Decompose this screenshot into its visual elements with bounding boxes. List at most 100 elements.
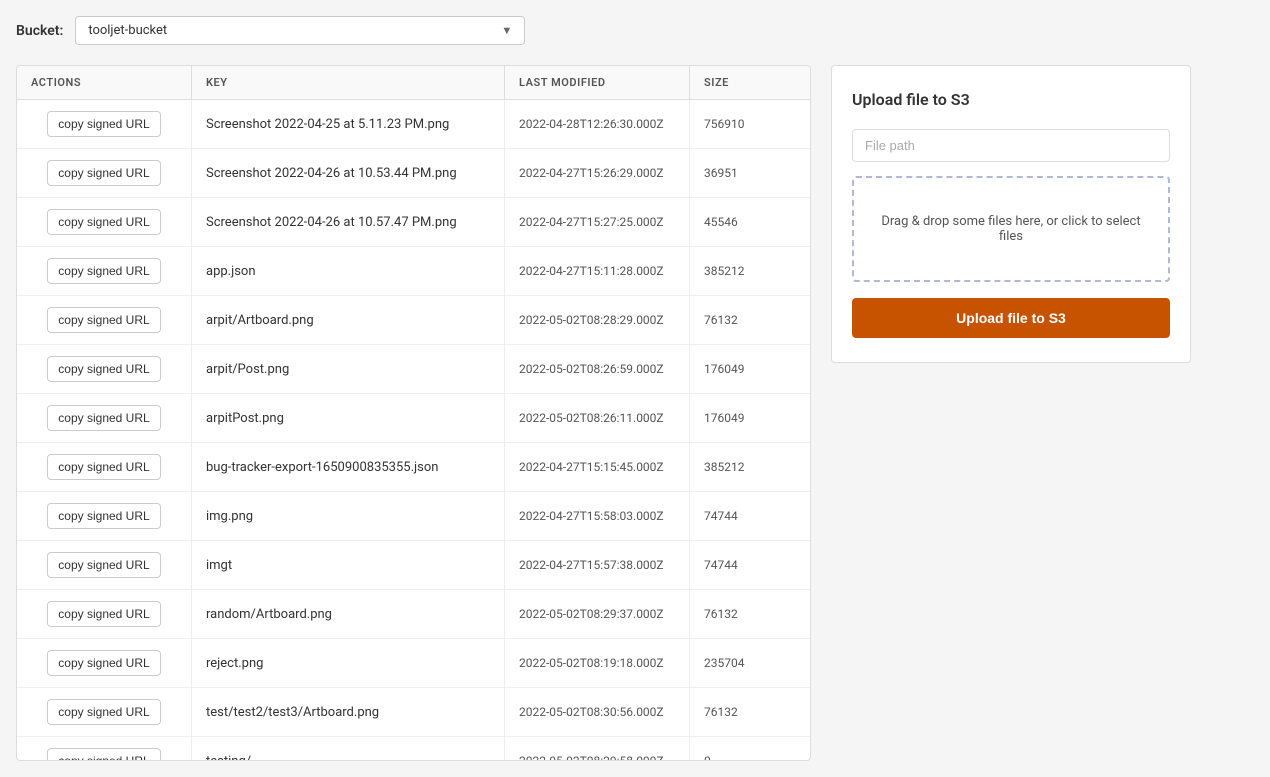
col-header-key: KEY bbox=[192, 66, 505, 99]
table-header: ACTIONS KEY LAST MODIFIED SIZE bbox=[17, 66, 810, 100]
cell-actions-11: copy signed URL bbox=[17, 639, 192, 687]
cell-actions-13: copy signed URL bbox=[17, 737, 192, 760]
cell-modified-5: 2022-05-02T08:26:59.000Z bbox=[505, 345, 690, 393]
cell-modified-12: 2022-05-02T08:30:56.000Z bbox=[505, 688, 690, 736]
table-row: copy signed URL Screenshot 2022-04-25 at… bbox=[17, 100, 810, 149]
cell-size-8: 74744 bbox=[690, 492, 810, 540]
cell-actions-2: copy signed URL bbox=[17, 198, 192, 246]
table-row: copy signed URL testing/ 2022-05-02T08:2… bbox=[17, 737, 810, 760]
cell-actions-5: copy signed URL bbox=[17, 345, 192, 393]
cell-modified-13: 2022-05-02T08:29:58.000Z bbox=[505, 737, 690, 760]
copy-signed-url-button[interactable]: copy signed URL bbox=[47, 748, 160, 760]
table-row: copy signed URL arpit/Artboard.png 2022-… bbox=[17, 296, 810, 345]
cell-key-10: random/Artboard.png bbox=[192, 590, 505, 638]
table-row: copy signed URL test/test2/test3/Artboar… bbox=[17, 688, 810, 737]
copy-signed-url-button[interactable]: copy signed URL bbox=[47, 699, 160, 725]
cell-key-7: bug-tracker-export-1650900835355.json bbox=[192, 443, 505, 491]
cell-modified-9: 2022-04-27T15:57:38.000Z bbox=[505, 541, 690, 589]
cell-modified-11: 2022-05-02T08:19:18.000Z bbox=[505, 639, 690, 687]
table-row: copy signed URL arpit/Post.png 2022-05-0… bbox=[17, 345, 810, 394]
table-row: copy signed URL reject.png 2022-05-02T08… bbox=[17, 639, 810, 688]
cell-size-11: 235704 bbox=[690, 639, 810, 687]
cell-key-3: app.json bbox=[192, 247, 505, 295]
copy-signed-url-button[interactable]: copy signed URL bbox=[47, 356, 160, 382]
cell-modified-4: 2022-05-02T08:28:29.000Z bbox=[505, 296, 690, 344]
copy-signed-url-button[interactable]: copy signed URL bbox=[47, 209, 160, 235]
bucket-label: Bucket: bbox=[16, 23, 63, 39]
table-row: copy signed URL img.png 2022-04-27T15:58… bbox=[17, 492, 810, 541]
table-row: copy signed URL app.json 2022-04-27T15:1… bbox=[17, 247, 810, 296]
cell-size-12: 76132 bbox=[690, 688, 810, 736]
table-row: copy signed URL bug-tracker-export-16509… bbox=[17, 443, 810, 492]
cell-key-13: testing/ bbox=[192, 737, 505, 760]
copy-signed-url-button[interactable]: copy signed URL bbox=[47, 307, 160, 333]
dropzone-text: Drag & drop some files here, or click to… bbox=[881, 214, 1140, 244]
table-row: copy signed URL imgt 2022-04-27T15:57:38… bbox=[17, 541, 810, 590]
cell-actions-10: copy signed URL bbox=[17, 590, 192, 638]
copy-signed-url-button[interactable]: copy signed URL bbox=[47, 258, 160, 284]
cell-key-8: img.png bbox=[192, 492, 505, 540]
bucket-row: Bucket: tooljet-bucket ▼ bbox=[16, 16, 1254, 45]
cell-size-13: 0 bbox=[690, 737, 810, 760]
col-header-size: SIZE bbox=[690, 66, 810, 99]
cell-actions-4: copy signed URL bbox=[17, 296, 192, 344]
copy-signed-url-button[interactable]: copy signed URL bbox=[47, 160, 160, 186]
cell-size-4: 76132 bbox=[690, 296, 810, 344]
cell-modified-2: 2022-04-27T15:27:25.000Z bbox=[505, 198, 690, 246]
cell-actions-9: copy signed URL bbox=[17, 541, 192, 589]
main-content: ACTIONS KEY LAST MODIFIED SIZE copy sign… bbox=[16, 65, 1254, 761]
file-dropzone[interactable]: Drag & drop some files here, or click to… bbox=[852, 176, 1170, 282]
upload-panel: Upload file to S3 Drag & drop some files… bbox=[831, 65, 1191, 363]
col-header-last-modified: LAST MODIFIED bbox=[505, 66, 690, 99]
cell-size-5: 176049 bbox=[690, 345, 810, 393]
cell-size-2: 45546 bbox=[690, 198, 810, 246]
cell-actions-12: copy signed URL bbox=[17, 688, 192, 736]
table-row: copy signed URL Screenshot 2022-04-26 at… bbox=[17, 198, 810, 247]
cell-key-2: Screenshot 2022-04-26 at 10.57.47 PM.png bbox=[192, 198, 505, 246]
table-row: copy signed URL random/Artboard.png 2022… bbox=[17, 590, 810, 639]
cell-key-4: arpit/Artboard.png bbox=[192, 296, 505, 344]
table-body: copy signed URL Screenshot 2022-04-25 at… bbox=[17, 100, 810, 760]
cell-size-7: 385212 bbox=[690, 443, 810, 491]
cell-size-6: 176049 bbox=[690, 394, 810, 442]
cell-modified-0: 2022-04-28T12:26:30.000Z bbox=[505, 100, 690, 148]
page-container: Bucket: tooljet-bucket ▼ ACTIONS KEY LAS… bbox=[0, 0, 1270, 777]
copy-signed-url-button[interactable]: copy signed URL bbox=[47, 552, 160, 578]
cell-actions-6: copy signed URL bbox=[17, 394, 192, 442]
copy-signed-url-button[interactable]: copy signed URL bbox=[47, 111, 160, 137]
cell-key-6: arpitPost.png bbox=[192, 394, 505, 442]
cell-size-0: 756910 bbox=[690, 100, 810, 148]
cell-key-9: imgt bbox=[192, 541, 505, 589]
col-header-actions: ACTIONS bbox=[17, 66, 192, 99]
table-row: copy signed URL Screenshot 2022-04-26 at… bbox=[17, 149, 810, 198]
cell-actions-1: copy signed URL bbox=[17, 149, 192, 197]
bucket-select[interactable]: tooljet-bucket ▼ bbox=[75, 16, 525, 45]
cell-actions-3: copy signed URL bbox=[17, 247, 192, 295]
upload-button[interactable]: Upload file to S3 bbox=[852, 298, 1170, 338]
cell-size-3: 385212 bbox=[690, 247, 810, 295]
cell-key-11: reject.png bbox=[192, 639, 505, 687]
cell-modified-7: 2022-04-27T15:15:45.000Z bbox=[505, 443, 690, 491]
cell-actions-7: copy signed URL bbox=[17, 443, 192, 491]
cell-actions-8: copy signed URL bbox=[17, 492, 192, 540]
file-path-input[interactable] bbox=[852, 129, 1170, 162]
cell-modified-8: 2022-04-27T15:58:03.000Z bbox=[505, 492, 690, 540]
bucket-select-value: tooljet-bucket bbox=[88, 23, 167, 38]
files-table: ACTIONS KEY LAST MODIFIED SIZE copy sign… bbox=[16, 65, 811, 761]
cell-actions-0: copy signed URL bbox=[17, 100, 192, 148]
cell-modified-10: 2022-05-02T08:29:37.000Z bbox=[505, 590, 690, 638]
copy-signed-url-button[interactable]: copy signed URL bbox=[47, 405, 160, 431]
copy-signed-url-button[interactable]: copy signed URL bbox=[47, 503, 160, 529]
cell-key-12: test/test2/test3/Artboard.png bbox=[192, 688, 505, 736]
cell-modified-1: 2022-04-27T15:26:29.000Z bbox=[505, 149, 690, 197]
table-row: copy signed URL arpitPost.png 2022-05-02… bbox=[17, 394, 810, 443]
cell-key-0: Screenshot 2022-04-25 at 5.11.23 PM.png bbox=[192, 100, 505, 148]
cell-key-5: arpit/Post.png bbox=[192, 345, 505, 393]
copy-signed-url-button[interactable]: copy signed URL bbox=[47, 601, 160, 627]
copy-signed-url-button[interactable]: copy signed URL bbox=[47, 650, 160, 676]
cell-modified-3: 2022-04-27T15:11:28.000Z bbox=[505, 247, 690, 295]
cell-size-10: 76132 bbox=[690, 590, 810, 638]
cell-size-9: 74744 bbox=[690, 541, 810, 589]
cell-modified-6: 2022-05-02T08:26:11.000Z bbox=[505, 394, 690, 442]
copy-signed-url-button[interactable]: copy signed URL bbox=[47, 454, 160, 480]
